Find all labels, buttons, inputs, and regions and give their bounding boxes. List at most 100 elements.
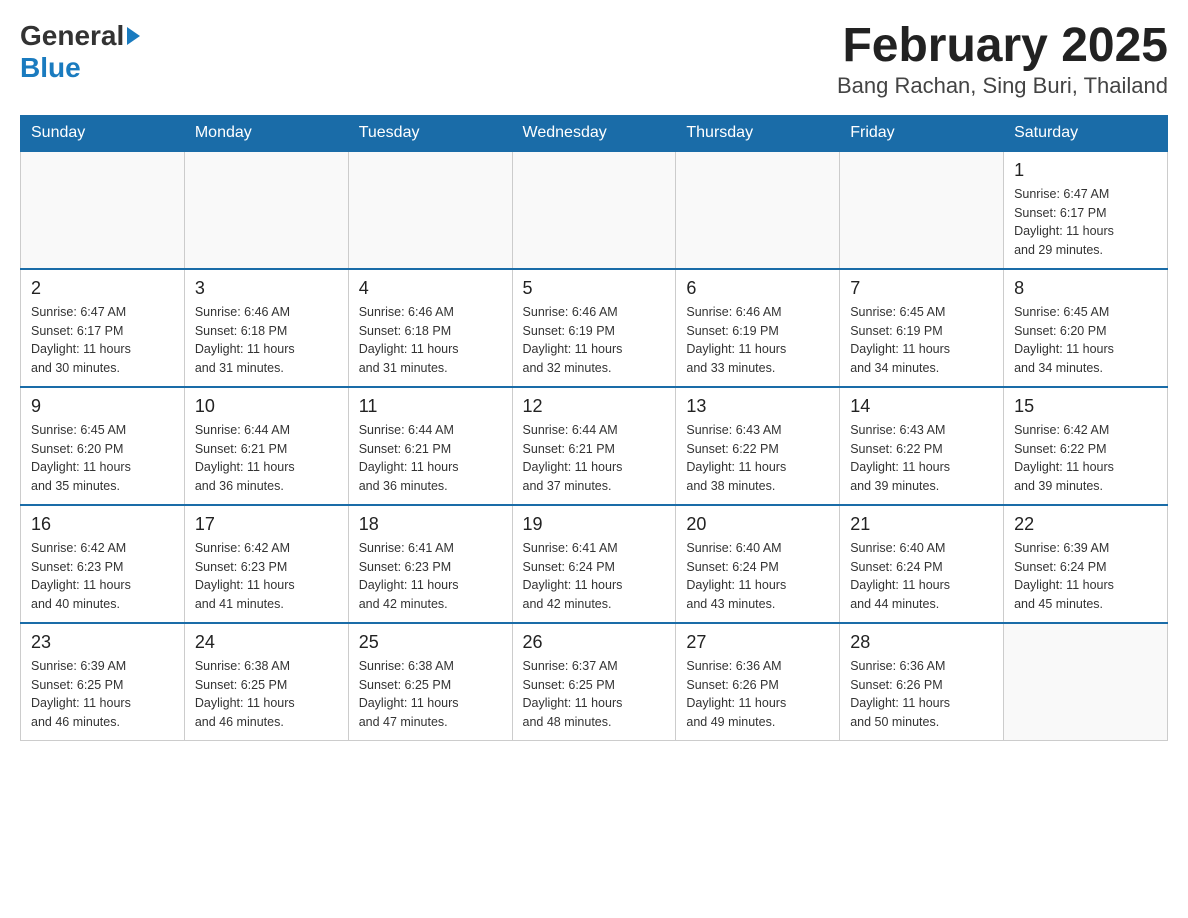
calendar-cell: 24 Sunrise: 6:38 AMSunset: 6:25 PMDayligh… — [184, 623, 348, 741]
day-number: 20 — [686, 514, 829, 535]
col-saturday: Saturday — [1004, 115, 1168, 151]
calendar-week-row: 9Sunrise: 6:45 AMSunset: 6:20 PMDaylight… — [21, 387, 1168, 505]
logo-general-text: General — [20, 20, 124, 52]
day-info: Sunrise: 6:40 AMSunset: 6:24 PMDaylight:… — [686, 539, 829, 614]
day-number: 16 — [31, 514, 174, 535]
day-number: 19 — [523, 514, 666, 535]
day-info: Sunrise: 6:39 AMSunset: 6:24 PMDaylight:… — [1014, 539, 1157, 614]
calendar-cell: 3 Sunrise: 6:46 AMSunset: 6:18 PMDaylight… — [184, 269, 348, 387]
day-info: Sunrise: 6:42 AMSunset: 6:23 PMDaylight:… — [195, 539, 338, 614]
day-info: Sunrise: 6:36 AMSunset: 6:26 PMDaylight:… — [850, 657, 993, 732]
calendar-subtitle: Bang Rachan, Sing Buri, Thailand — [837, 73, 1168, 99]
calendar-cell: 11 Sunrise: 6:44 AMSunset: 6:21 PMDayligh… — [348, 387, 512, 505]
day-number: 10 — [195, 396, 338, 417]
day-info: Sunrise: 6:41 AMSunset: 6:24 PMDaylight:… — [523, 539, 666, 614]
calendar-cell: 23 Sunrise: 6:39 AMSunset: 6:25 PMDayligh… — [21, 623, 185, 741]
day-number: 27 — [686, 632, 829, 653]
calendar-cell: 7Sunrise: 6:45 AMSunset: 6:19 PMDaylight… — [840, 269, 1004, 387]
calendar-cell: 2 Sunrise: 6:47 AMSunset: 6:17 PMDaylight… — [21, 269, 185, 387]
calendar-cell: 8 Sunrise: 6:45 AMSunset: 6:20 PMDaylight… — [1004, 269, 1168, 387]
col-monday: Monday — [184, 115, 348, 151]
day-number: 5 — [523, 278, 666, 299]
calendar-cell: 20 Sunrise: 6:40 AMSunset: 6:24 PMDayligh… — [676, 505, 840, 623]
logo-blue-text: Blue — [20, 52, 81, 83]
day-number: 17 — [195, 514, 338, 535]
day-number: 2 — [31, 278, 174, 299]
title-block: February 2025 Bang Rachan, Sing Buri, Th… — [837, 20, 1168, 99]
day-number: 8 — [1014, 278, 1157, 299]
calendar-cell: 17 Sunrise: 6:42 AMSunset: 6:23 PMDayligh… — [184, 505, 348, 623]
day-info: Sunrise: 6:44 AMSunset: 6:21 PMDaylight:… — [195, 421, 338, 496]
day-info: Sunrise: 6:36 AMSunset: 6:26 PMDaylight:… — [686, 657, 829, 732]
day-number: 3 — [195, 278, 338, 299]
col-sunday: Sunday — [21, 115, 185, 151]
calendar-cell — [840, 151, 1004, 269]
calendar-week-row: 2 Sunrise: 6:47 AMSunset: 6:17 PMDaylight… — [21, 269, 1168, 387]
calendar-cell: 14Sunrise: 6:43 AMSunset: 6:22 PMDayligh… — [840, 387, 1004, 505]
calendar-header-row: Sunday Monday Tuesday Wednesday Thursday… — [21, 115, 1168, 151]
calendar-cell: 25 Sunrise: 6:38 AMSunset: 6:25 PMDayligh… — [348, 623, 512, 741]
calendar-cell: 15 Sunrise: 6:42 AMSunset: 6:22 PMDayligh… — [1004, 387, 1168, 505]
day-info: Sunrise: 6:42 AMSunset: 6:22 PMDaylight:… — [1014, 421, 1157, 496]
day-info: Sunrise: 6:38 AMSunset: 6:25 PMDaylight:… — [359, 657, 502, 732]
day-number: 11 — [359, 396, 502, 417]
day-number: 25 — [359, 632, 502, 653]
calendar-cell: 5 Sunrise: 6:46 AMSunset: 6:19 PMDaylight… — [512, 269, 676, 387]
calendar-cell: 26 Sunrise: 6:37 AMSunset: 6:25 PMDayligh… — [512, 623, 676, 741]
day-info: Sunrise: 6:37 AMSunset: 6:25 PMDaylight:… — [523, 657, 666, 732]
day-info: Sunrise: 6:46 AMSunset: 6:18 PMDaylight:… — [195, 303, 338, 378]
day-number: 4 — [359, 278, 502, 299]
day-number: 28 — [850, 632, 993, 653]
day-info: Sunrise: 6:42 AMSunset: 6:23 PMDaylight:… — [31, 539, 174, 614]
day-number: 6 — [686, 278, 829, 299]
day-info: Sunrise: 6:44 AMSunset: 6:21 PMDaylight:… — [359, 421, 502, 496]
day-info: Sunrise: 6:47 AMSunset: 6:17 PMDaylight:… — [31, 303, 174, 378]
calendar-cell — [348, 151, 512, 269]
calendar-cell: 21Sunrise: 6:40 AMSunset: 6:24 PMDayligh… — [840, 505, 1004, 623]
day-number: 1 — [1014, 160, 1157, 181]
calendar-cell — [21, 151, 185, 269]
day-number: 22 — [1014, 514, 1157, 535]
col-friday: Friday — [840, 115, 1004, 151]
calendar-cell — [1004, 623, 1168, 741]
calendar-cell: 1 Sunrise: 6:47 AMSunset: 6:17 PMDaylight… — [1004, 151, 1168, 269]
calendar-week-row: 1 Sunrise: 6:47 AMSunset: 6:17 PMDaylight… — [21, 151, 1168, 269]
day-number: 23 — [31, 632, 174, 653]
day-number: 15 — [1014, 396, 1157, 417]
calendar-week-row: 16 Sunrise: 6:42 AMSunset: 6:23 PMDayligh… — [21, 505, 1168, 623]
day-number: 26 — [523, 632, 666, 653]
day-info: Sunrise: 6:45 AMSunset: 6:19 PMDaylight:… — [850, 303, 993, 378]
calendar-cell: 4Sunrise: 6:46 AMSunset: 6:18 PMDaylight… — [348, 269, 512, 387]
calendar-cell: 28 Sunrise: 6:36 AMSunset: 6:26 PMDayligh… — [840, 623, 1004, 741]
col-tuesday: Tuesday — [348, 115, 512, 151]
day-number: 9 — [31, 396, 174, 417]
day-info: Sunrise: 6:41 AMSunset: 6:23 PMDaylight:… — [359, 539, 502, 614]
calendar-cell — [512, 151, 676, 269]
day-info: Sunrise: 6:46 AMSunset: 6:19 PMDaylight:… — [523, 303, 666, 378]
calendar-cell: 19 Sunrise: 6:41 AMSunset: 6:24 PMDayligh… — [512, 505, 676, 623]
logo: General Blue — [20, 20, 140, 84]
day-info: Sunrise: 6:38 AMSunset: 6:25 PMDaylight:… — [195, 657, 338, 732]
day-info: Sunrise: 6:47 AMSunset: 6:17 PMDaylight:… — [1014, 185, 1157, 260]
page-header: General Blue February 2025 Bang Rachan, … — [20, 20, 1168, 99]
calendar-cell: 27 Sunrise: 6:36 AMSunset: 6:26 PMDayligh… — [676, 623, 840, 741]
day-number: 12 — [523, 396, 666, 417]
day-info: Sunrise: 6:43 AMSunset: 6:22 PMDaylight:… — [686, 421, 829, 496]
day-info: Sunrise: 6:44 AMSunset: 6:21 PMDaylight:… — [523, 421, 666, 496]
day-number: 18 — [359, 514, 502, 535]
day-number: 13 — [686, 396, 829, 417]
calendar-cell: 13 Sunrise: 6:43 AMSunset: 6:22 PMDayligh… — [676, 387, 840, 505]
day-number: 24 — [195, 632, 338, 653]
calendar-table: Sunday Monday Tuesday Wednesday Thursday… — [20, 115, 1168, 741]
logo-triangle-icon — [127, 27, 140, 45]
calendar-cell: 6 Sunrise: 6:46 AMSunset: 6:19 PMDaylight… — [676, 269, 840, 387]
col-thursday: Thursday — [676, 115, 840, 151]
col-wednesday: Wednesday — [512, 115, 676, 151]
calendar-week-row: 23 Sunrise: 6:39 AMSunset: 6:25 PMDayligh… — [21, 623, 1168, 741]
day-info: Sunrise: 6:45 AMSunset: 6:20 PMDaylight:… — [1014, 303, 1157, 378]
calendar-title: February 2025 — [837, 20, 1168, 73]
day-info: Sunrise: 6:40 AMSunset: 6:24 PMDaylight:… — [850, 539, 993, 614]
calendar-cell: 10 Sunrise: 6:44 AMSunset: 6:21 PMDayligh… — [184, 387, 348, 505]
day-info: Sunrise: 6:39 AMSunset: 6:25 PMDaylight:… — [31, 657, 174, 732]
day-info: Sunrise: 6:46 AMSunset: 6:19 PMDaylight:… — [686, 303, 829, 378]
